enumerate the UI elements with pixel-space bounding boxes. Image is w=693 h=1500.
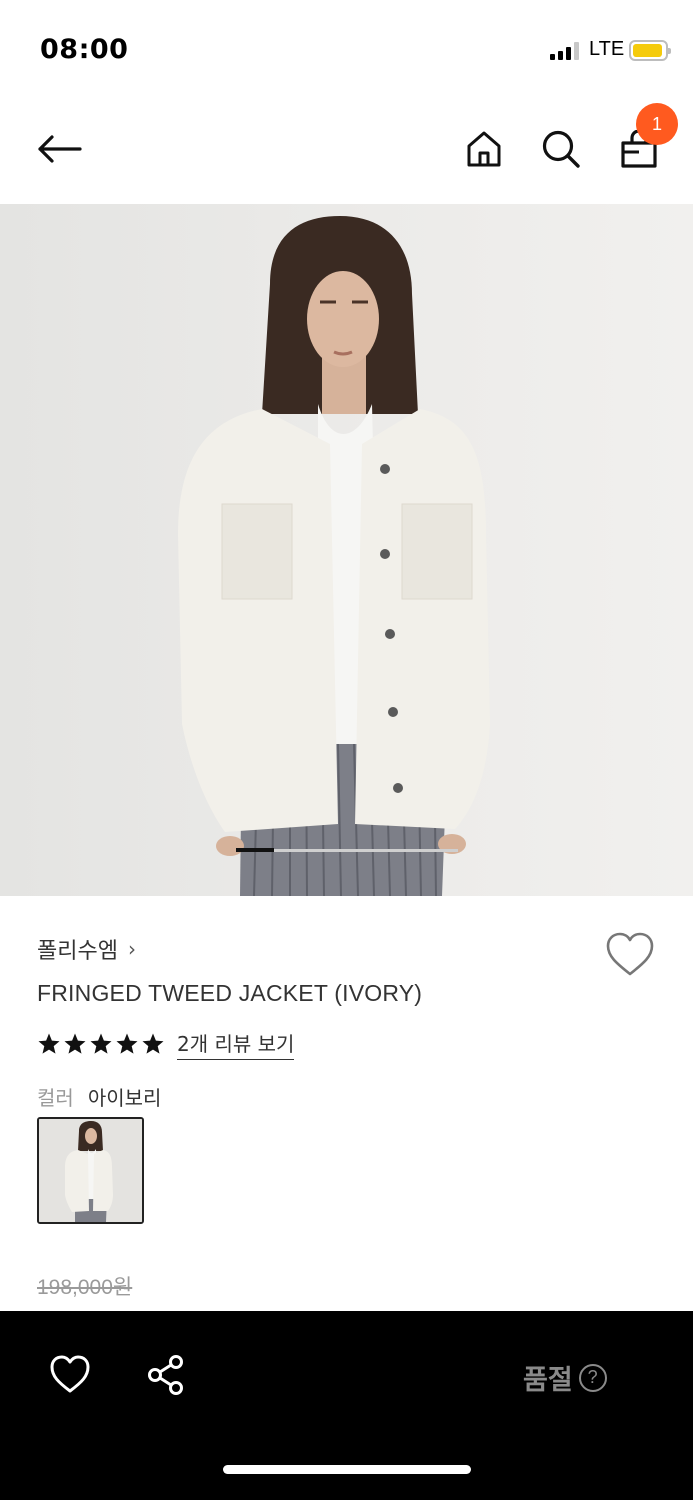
carousel-progress-indicator xyxy=(236,848,274,852)
home-indicator xyxy=(223,1465,471,1474)
heart-outline-icon xyxy=(606,932,654,976)
network-type: LTE xyxy=(589,38,625,60)
search-icon xyxy=(542,130,580,168)
sold-out-status: 품절 ? xyxy=(523,1358,607,1397)
status-time: 08:00 xyxy=(40,34,129,65)
share-button[interactable] xyxy=(144,1353,188,1397)
back-button[interactable] xyxy=(34,124,84,174)
help-icon[interactable]: ? xyxy=(578,1363,607,1392)
status-bar: 08:00 LTE xyxy=(0,0,693,100)
sold-out-label: 품절 xyxy=(523,1365,573,1396)
arrow-left-icon xyxy=(38,135,82,163)
bottom-action-bar: 품절 ? xyxy=(0,1311,693,1500)
home-icon xyxy=(467,131,501,167)
battery-icon xyxy=(629,40,671,61)
original-price: 198,000원 xyxy=(37,1276,133,1299)
chevron-right-icon: › xyxy=(127,937,136,961)
star-icon xyxy=(64,1033,86,1054)
star-icon xyxy=(142,1033,164,1054)
search-button[interactable] xyxy=(536,124,586,174)
cart-count-badge: 1 xyxy=(636,103,678,145)
product-title: FRINGED TWEED JACKET (IVORY) xyxy=(37,980,423,1006)
color-label: 컬러 xyxy=(37,1086,74,1110)
star-icon xyxy=(90,1033,112,1054)
rating-stars xyxy=(37,1032,165,1056)
signal-strength-icon xyxy=(550,42,580,60)
color-option-row: 컬러 아이보리 xyxy=(37,1082,161,1111)
view-reviews-link[interactable]: 2개 리뷰 보기 xyxy=(177,1028,295,1060)
brand-link[interactable]: 폴리수엠 › xyxy=(37,933,136,965)
product-photo xyxy=(178,216,490,896)
color-value: 아이보리 xyxy=(87,1086,162,1110)
top-navigation xyxy=(0,100,693,204)
bottom-wishlist-button[interactable] xyxy=(48,1353,92,1397)
star-icon xyxy=(116,1033,138,1054)
wishlist-button[interactable] xyxy=(604,930,656,980)
product-image[interactable] xyxy=(0,204,693,896)
brand-name: 폴리수엠 xyxy=(37,939,118,964)
swatch-thumbnail xyxy=(39,1119,142,1222)
share-icon xyxy=(148,1355,183,1395)
color-swatch-ivory[interactable] xyxy=(37,1117,144,1224)
star-icon xyxy=(38,1033,60,1054)
rating-row: 2개 리뷰 보기 xyxy=(37,1028,295,1060)
home-button[interactable] xyxy=(459,124,509,174)
heart-outline-icon xyxy=(50,1355,90,1393)
